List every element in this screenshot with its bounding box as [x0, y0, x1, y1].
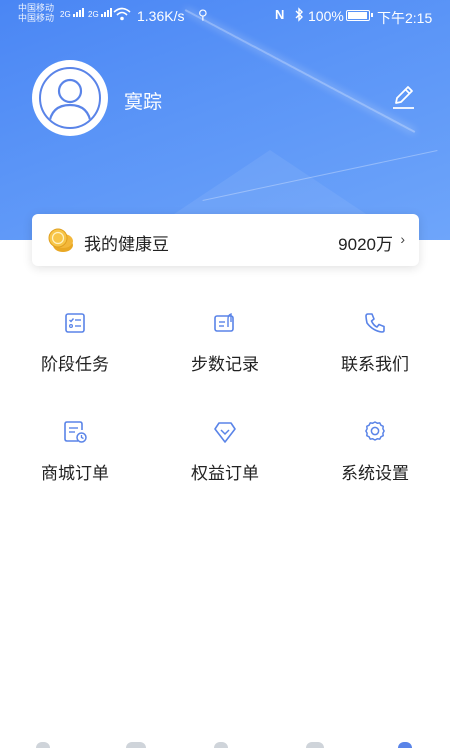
- tab-icon[interactable]: [36, 742, 50, 748]
- edit-profile-icon[interactable]: [388, 82, 418, 112]
- avatar[interactable]: [32, 60, 108, 136]
- menu-item-label: 联系我们: [341, 355, 409, 374]
- tab-icon[interactable]: [214, 742, 228, 748]
- carrier-1: 中国移动: [18, 3, 55, 13]
- carrier-label: 中国移动 中国移动: [18, 3, 54, 23]
- menu-item-label: 阶段任务: [41, 355, 109, 374]
- menu-item-mall-orders[interactable]: 商城订单: [5, 419, 145, 499]
- nfc-icon: N: [275, 7, 285, 22]
- chevron-right-icon: ›: [400, 231, 405, 247]
- menu-item-label: 权益订单: [191, 464, 259, 483]
- network-type-2: 2G: [88, 10, 99, 19]
- menu-item-benefit-orders[interactable]: 权益订单: [155, 419, 295, 499]
- bottom-tab-bar[interactable]: [0, 740, 450, 748]
- step-record-icon: [214, 313, 234, 332]
- menu-item-step-records[interactable]: 步数记录: [155, 310, 295, 390]
- menu-item-label: 系统设置: [341, 464, 409, 483]
- battery-icon: [346, 10, 373, 21]
- health-beans-card[interactable]: 我的健康豆 9020万 ›: [32, 214, 419, 266]
- carrier-2: 中国移动: [18, 13, 55, 23]
- wifi-icon: [113, 7, 131, 21]
- phone-icon: [365, 313, 385, 333]
- health-beans-label: 我的健康豆: [84, 235, 169, 254]
- status-bar: 中国移动 中国移动 2G 2G 1.36K/s ⚲ N 100% 下午2:15: [0, 0, 450, 32]
- username: 寞踪: [124, 92, 163, 113]
- tab-icon[interactable]: [306, 742, 324, 748]
- menu-item-label: 商城订单: [41, 464, 109, 483]
- clock: 下午2:15: [377, 10, 433, 26]
- tab-icon-active[interactable]: [398, 742, 412, 748]
- battery-percent: 100%: [308, 8, 344, 24]
- signal-2-icon: 2G: [88, 8, 113, 19]
- coin-stack-icon: [48, 228, 73, 252]
- network-type-1: 2G: [60, 10, 71, 19]
- network-speed: 1.36K/s: [137, 8, 185, 24]
- bluetooth-icon: [295, 7, 303, 22]
- settings-gear-icon: [365, 421, 385, 441]
- menu-item-contact-us[interactable]: 联系我们: [305, 310, 445, 390]
- signal-1-icon: 2G: [60, 8, 85, 19]
- mall-order-icon: [64, 421, 87, 443]
- task-list-icon: [65, 313, 85, 333]
- usb-icon: ⚲: [198, 7, 208, 22]
- menu-item-label: 步数记录: [191, 355, 259, 374]
- menu-item-system-settings[interactable]: 系统设置: [305, 419, 445, 499]
- tab-icon[interactable]: [126, 742, 146, 748]
- menu-item-stage-tasks[interactable]: 阶段任务: [5, 310, 145, 390]
- default-user-icon: [39, 67, 101, 129]
- health-beans-value: 9020万: [338, 235, 393, 254]
- benefit-order-icon: [214, 422, 236, 443]
